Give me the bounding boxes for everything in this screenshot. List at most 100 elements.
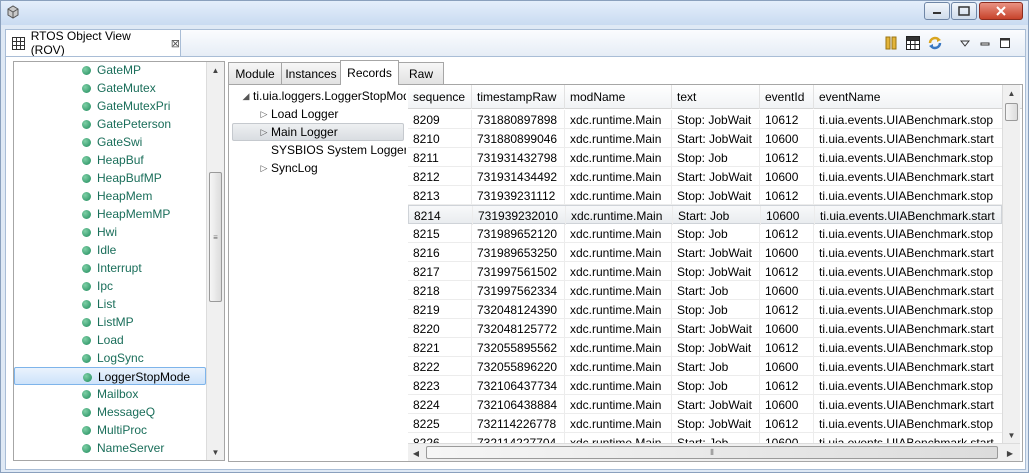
scroll-right-icon[interactable]: ▶ bbox=[1002, 445, 1018, 461]
cell-eventname: ti.uia.events.UIABenchmark.start bbox=[814, 281, 1004, 300]
close-window-button[interactable] bbox=[979, 2, 1023, 20]
module-list-scrollbar[interactable]: ▲ ≡ ▼ bbox=[206, 62, 224, 460]
table-row[interactable]: 8219 732048124390 xdc.runtime.Main Stop: Jo… bbox=[408, 300, 1004, 319]
module-item[interactable]: Hwi bbox=[14, 223, 206, 241]
restore-window-button[interactable] bbox=[951, 2, 977, 20]
maximize-view-button[interactable] bbox=[996, 34, 1014, 52]
refresh-button[interactable] bbox=[926, 34, 944, 52]
table-horizontal-scrollbar[interactable]: ◀ ⦀ ▶ bbox=[408, 443, 1020, 461]
module-item[interactable]: GateSwi bbox=[14, 133, 206, 151]
pause-button[interactable] bbox=[882, 34, 900, 52]
table-row[interactable]: 8216 731989653250 xdc.runtime.Main Start: J… bbox=[408, 243, 1004, 262]
tab-instances[interactable]: Instances bbox=[281, 62, 341, 84]
module-item[interactable]: MultiProc bbox=[14, 421, 206, 439]
module-item[interactable]: Ipc bbox=[14, 277, 206, 295]
module-item[interactable]: GateMutex bbox=[14, 79, 206, 97]
scroll-up-icon[interactable]: ▲ bbox=[207, 62, 224, 78]
table-row[interactable]: 8224 732106438884 xdc.runtime.Main Start: J… bbox=[408, 395, 1004, 414]
scroll-thumb[interactable]: ≡ bbox=[209, 172, 222, 302]
tree-node[interactable]: ▷ Load Logger bbox=[257, 105, 339, 123]
table-row[interactable]: 8214 731939232010 xdc.runtime.Main Start: J… bbox=[408, 205, 1005, 225]
tree-root[interactable]: ◢ ti.uia.loggers.LoggerStopMode bbox=[239, 87, 406, 105]
scroll-thumb[interactable]: ⦀ bbox=[426, 446, 998, 459]
cell-sequence: 8221 bbox=[408, 338, 472, 357]
module-item[interactable]: GateMutexPri bbox=[14, 97, 206, 115]
table-row[interactable]: 8223 732106437734 xdc.runtime.Main Stop: Jo… bbox=[408, 376, 1004, 395]
tree-node[interactable]: ▷ SyncLog bbox=[257, 159, 318, 177]
expand-arrow-icon[interactable]: ▷ bbox=[257, 109, 271, 120]
module-icon bbox=[82, 354, 91, 363]
expand-arrow-icon[interactable]: ▷ bbox=[257, 163, 271, 174]
module-item[interactable]: Load bbox=[14, 331, 206, 349]
cell-timestampraw: 731997562334 bbox=[472, 281, 565, 300]
logger-tree[interactable]: ◢ ti.uia.loggers.LoggerStopMode ▷ Load Lo… bbox=[229, 85, 406, 461]
table-row[interactable]: 8225 732114226778 xdc.runtime.Main Stop: Jo… bbox=[408, 414, 1004, 433]
table-row[interactable]: 8220 732048125772 xdc.runtime.Main Start: J… bbox=[408, 319, 1004, 338]
table-row[interactable]: 8222 732055896220 xdc.runtime.Main Start: J… bbox=[408, 357, 1004, 376]
module-item[interactable]: GateMP bbox=[14, 62, 206, 79]
expand-arrow-icon[interactable]: ▷ bbox=[257, 127, 271, 138]
scroll-left-icon[interactable]: ◀ bbox=[408, 445, 424, 461]
module-item[interactable]: LoggerStopMode bbox=[14, 367, 206, 385]
module-item[interactable]: Interrupt bbox=[14, 259, 206, 277]
table-row[interactable]: 8209 731880897898 xdc.runtime.Main Stop: Jo… bbox=[408, 110, 1004, 129]
module-label: GateMP bbox=[97, 63, 142, 77]
module-item[interactable]: Mailbox bbox=[14, 385, 206, 403]
module-item[interactable]: MessageQ bbox=[14, 403, 206, 421]
minimize-view-button[interactable] bbox=[976, 34, 994, 52]
scroll-thumb[interactable] bbox=[1005, 103, 1018, 121]
view-content: GateMP GateMutex GateMutexPri GatePeterson G… bbox=[5, 56, 1026, 470]
column-header-modname[interactable]: modName bbox=[565, 85, 672, 109]
table-row[interactable]: 8211 731931432798 xdc.runtime.Main Stop: Jo… bbox=[408, 148, 1004, 167]
tab-records[interactable]: Records bbox=[340, 60, 399, 85]
table-row[interactable]: 8217 731997561502 xdc.runtime.Main Stop: Jo… bbox=[408, 262, 1004, 281]
table-row[interactable]: 8213 731939231112 xdc.runtime.Main Stop: Jo… bbox=[408, 186, 1004, 205]
module-icon bbox=[83, 373, 92, 382]
table-vertical-scrollbar[interactable]: ▲ ▼ bbox=[1002, 85, 1020, 443]
table-row[interactable]: 8221 732055895562 xdc.runtime.Main Stop: Jo… bbox=[408, 338, 1004, 357]
cell-timestampraw: 732055895562 bbox=[472, 338, 565, 357]
table-row[interactable]: 8215 731989652120 xdc.runtime.Main Stop: Jo… bbox=[408, 224, 1004, 243]
maximize-icon bbox=[1000, 38, 1010, 48]
module-item[interactable]: HeapBuf bbox=[14, 151, 206, 169]
module-item[interactable]: List bbox=[14, 295, 206, 313]
module-label: Mailbox bbox=[97, 387, 139, 401]
table-row[interactable]: 8218 731997562334 xdc.runtime.Main Start: J… bbox=[408, 281, 1004, 300]
module-item[interactable]: HeapMemMP bbox=[14, 205, 206, 223]
grid-button[interactable] bbox=[904, 34, 922, 52]
module-item[interactable]: NameServer bbox=[14, 439, 206, 457]
column-header-sequence[interactable]: sequence bbox=[408, 85, 472, 109]
module-item[interactable]: GatePeterson bbox=[14, 115, 206, 133]
cell-eventname: ti.uia.events.UIABenchmark.start bbox=[814, 395, 1004, 414]
scroll-up-icon[interactable]: ▲ bbox=[1003, 85, 1020, 101]
column-header-eventid[interactable]: eventId bbox=[760, 85, 814, 109]
cell-text: Start: JobWait bbox=[672, 167, 760, 186]
tree-node[interactable]: SYSBIOS System Logger bbox=[257, 141, 406, 159]
module-item[interactable]: HeapMem bbox=[14, 187, 206, 205]
column-header-text[interactable]: text bbox=[672, 85, 760, 109]
scroll-down-icon[interactable]: ▼ bbox=[1003, 427, 1020, 443]
minimize-window-button[interactable] bbox=[924, 2, 950, 20]
column-header-eventname[interactable]: eventName bbox=[814, 85, 1004, 109]
title-bar[interactable] bbox=[1, 1, 1028, 25]
module-item[interactable]: HeapBufMP bbox=[14, 169, 206, 187]
cell-eventid: 10600 bbox=[760, 167, 814, 186]
tab-raw[interactable]: Raw bbox=[398, 62, 444, 84]
collapse-arrow-icon[interactable]: ◢ bbox=[239, 91, 253, 102]
module-list[interactable]: GateMP GateMutex GateMutexPri GatePeterson G… bbox=[13, 61, 225, 461]
tree-node[interactable]: ▷ Main Logger bbox=[232, 123, 404, 141]
table-row[interactable]: 8210 731880899046 xdc.runtime.Main Start: J… bbox=[408, 129, 1004, 148]
module-item[interactable]: ListMP bbox=[14, 313, 206, 331]
tab-module[interactable]: Module bbox=[228, 62, 282, 84]
close-tab-icon[interactable]: ⊠ bbox=[171, 37, 180, 50]
module-item[interactable]: Idle bbox=[14, 241, 206, 259]
view-menu-button[interactable] bbox=[956, 34, 974, 52]
table-row[interactable]: 8212 731931434492 xdc.runtime.Main Start: J… bbox=[408, 167, 1004, 186]
tab-rtos-object-view[interactable]: RTOS Object View (ROV) ⊠ bbox=[6, 29, 181, 57]
cell-eventname: ti.uia.events.UIABenchmark.stop bbox=[814, 148, 1004, 167]
module-item[interactable]: LogSync bbox=[14, 349, 206, 367]
column-header-timestampraw[interactable]: timestampRaw bbox=[472, 85, 565, 109]
cell-eventname: ti.uia.events.UIABenchmark.stop bbox=[814, 262, 1004, 281]
cell-eventid: 10612 bbox=[760, 148, 814, 167]
scroll-down-icon[interactable]: ▼ bbox=[207, 444, 224, 460]
